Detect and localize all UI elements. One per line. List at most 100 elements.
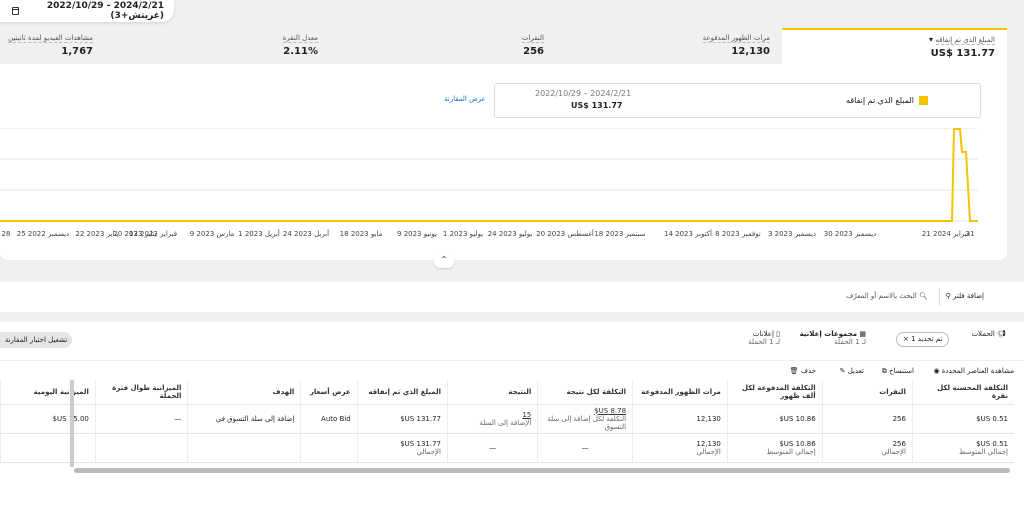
col-header[interactable]: مرات الظهور المدفوعة [632, 380, 728, 405]
delete-button[interactable]: حذف 🗑︎ [790, 367, 816, 375]
table-toolbar: مشاهدة العناصر المحددة ◉ استنساخ ⧉ تعديل… [0, 360, 1024, 380]
metric-spent[interactable]: المبلغ الذي تم إنفاقه ▾ US$ 131.77 [782, 28, 1007, 64]
metric-label: النقرات [521, 34, 544, 43]
spend-line-chart: 28 25 ديسمبر 2022 22 يناير 202320 يناير 20… [0, 128, 978, 238]
date-range-picker[interactable]: 2024/2/21 - 2022/10/29 (غربتش+3) [0, 0, 174, 22]
metric-label: مشاهدات الفيديو لمدة ثانيتين [8, 34, 93, 43]
col-header[interactable]: الهدف [187, 380, 301, 405]
data-point [462, 220, 464, 222]
metric-value: 12,130 [731, 46, 770, 57]
total-sub: إجمالي المتوسط [766, 447, 816, 456]
metric-label: معدل النقرة [282, 34, 318, 43]
table-row[interactable]: 0.51 US$ 256 10.86 US$ 12,130 8.78 US$ ا… [0, 404, 1014, 434]
add-filter-button[interactable]: إضافة فلتر ⚲ [946, 292, 984, 300]
legend-date-range: 2024/2/21 – 2022/10/29 [535, 89, 632, 98]
total-result: — [446, 433, 538, 463]
metric-clicks[interactable]: النقرات 256 [440, 28, 544, 64]
total-value: 0.51 US$ [976, 439, 1008, 448]
cell-cost-per-result: 8.78 US$ التكلفة لكل إضافة إلى سلة التسو… [537, 404, 633, 434]
cost-per-result-value[interactable]: 8.78 US$ [594, 407, 626, 415]
col-header[interactable]: الميزانية طوال فترة الحملة [94, 380, 188, 405]
search-input[interactable]: 🔍︎ البحث بالاسم أو المعرّف [846, 292, 928, 300]
total-impressions: 12,130 الإجمالي [632, 433, 728, 463]
col-header[interactable]: النتيجة [446, 380, 538, 405]
search-placeholder: البحث بالاسم أو المعرّف [846, 292, 917, 300]
total-cost-per-result: — [537, 433, 633, 463]
x-tick-label: 24 يوليو 2023 [488, 230, 533, 238]
x-tick-label: 1 أبريل 2023 [238, 229, 280, 238]
total-empty [0, 433, 96, 463]
col-header[interactable]: التكلفة لكل نتيجة [537, 380, 633, 405]
x-tick-label: 18 سبتمبر 2023 [594, 230, 645, 238]
campaign-table-card: 📢︎ الحملات تم تحديد 1 × ▦ مجموعات إعلاني… [0, 322, 1024, 509]
data-point [360, 220, 362, 222]
run-ab-test-button[interactable]: تشغيل اختبار المقارنة [0, 332, 72, 348]
x-tick-label: 24 أبريل 2023 [283, 229, 329, 238]
total-sub: الإجمالي [416, 447, 441, 456]
col-header[interactable]: التكلفة المدفوعة لكل ألف ظهور [726, 380, 823, 405]
toolbar-label: مشاهدة العناصر المحددة [941, 367, 1014, 375]
col-header[interactable]: الميزانية اليومية [0, 380, 96, 405]
col-header[interactable]: عرض أسعار [300, 380, 358, 405]
edit-button[interactable]: تعديل ✎ [840, 367, 864, 375]
x-tick-label: 21 فبراير 2024 [922, 230, 970, 238]
result-value[interactable]: 15 [522, 411, 531, 419]
col-header[interactable]: المبلغ الذي تم إنفاقه [356, 380, 448, 405]
cell-lifetime-budget: — [94, 404, 188, 434]
tab-campaigns[interactable]: 📢︎ الحملات [971, 330, 1006, 338]
total-value: 131.77 US$ [400, 439, 441, 448]
chart-card: المبلغ الذي تم إنفاقه 2024/2/21 – 2022/1… [0, 64, 1007, 260]
total-sub: الإجمالي [696, 447, 721, 456]
metric-value: 256 [523, 46, 544, 57]
col-header[interactable]: التكلفة المحسنة لكل نقرة [911, 380, 1014, 405]
tab-sublabel: لـ 1 الحملة [834, 338, 866, 346]
x-tick-label: 22 يناير 2023 [75, 230, 118, 238]
copy-icon: ⧉ [881, 367, 887, 375]
total-spent: 131.77 US$ الإجمالي [356, 433, 448, 463]
chart-legend: المبلغ الذي تم إنفاقه 2024/2/21 – 2022/1… [494, 83, 981, 118]
cell-clicks: 256 [821, 404, 913, 434]
total-empty [94, 433, 188, 463]
data-point [5, 220, 7, 222]
cell-daily-budget[interactable]: 15.00 US$ [0, 404, 96, 434]
x-tick-label: 1 يوليو 2023 [443, 230, 483, 238]
show-comparison-link[interactable]: عرض المقارنة [444, 95, 486, 103]
cell-result: 15 الإضافة إلى السلة [446, 404, 538, 434]
total-clicks: 256 الإجمالي [821, 433, 913, 463]
total-empty [187, 433, 301, 463]
date-range-text: 2024/2/21 - 2022/10/29 (غربتش+3) [46, 1, 164, 21]
selected-chip[interactable]: تم تحديد 1 × [896, 332, 950, 347]
metric-paid-impressions[interactable]: مرات الظهور المدفوعة 12,130 [640, 28, 770, 64]
tab-ad-sets[interactable]: ▦ مجموعات إعلانية لـ 1 الحملة [800, 330, 866, 346]
x-tick-label: 3 ديسمبر 2023 [768, 230, 816, 238]
col-header[interactable]: النقرات [821, 380, 913, 405]
chip-label: تم تحديد 1 [911, 335, 943, 343]
tab-ads[interactable]: ▯ إعلانات لـ 1 الحملة [748, 330, 780, 346]
toolbar-label: تعديل [847, 367, 864, 375]
calendar-icon [12, 7, 19, 15]
chevron-up-icon[interactable]: ⌃ [434, 254, 454, 268]
data-point [305, 220, 307, 222]
frozen-column-divider [70, 380, 74, 467]
tab-sublabel: لـ 1 الحملة [748, 338, 780, 346]
horizontal-scrollbar[interactable] [74, 468, 1010, 473]
data-point [791, 220, 793, 222]
data-point [849, 220, 851, 222]
duplicate-button[interactable]: استنساخ ⧉ [882, 367, 914, 376]
data-point [211, 220, 213, 222]
close-icon[interactable]: × [903, 335, 909, 343]
view-selected-button[interactable]: مشاهدة العناصر المحددة ◉ [933, 367, 1014, 375]
metric-label: المبلغ الذي تم إنفاقه [935, 36, 995, 45]
campaign-table: التكلفة المحسنة لكل نقرة النقرات التكلفة… [0, 380, 1014, 463]
divider [939, 288, 940, 306]
cell-goal: إضافة إلى سلة التسوق في [187, 404, 301, 434]
total-value: 256 [892, 439, 906, 448]
tab-label: الحملات [971, 330, 995, 338]
metric-video-views[interactable]: مشاهدات الفيديو لمدة ثانيتين 1,767 [0, 28, 93, 64]
data-point [42, 220, 44, 222]
legend-amount: US$ 131.77 [571, 101, 623, 110]
table-header-row: التكلفة المحسنة لكل نقرة النقرات التكلفة… [0, 380, 1014, 405]
metric-ctr[interactable]: معدل النقرة 2.11% [220, 28, 318, 64]
data-point [687, 220, 689, 222]
dropdown-icon: ▾ [928, 35, 933, 44]
